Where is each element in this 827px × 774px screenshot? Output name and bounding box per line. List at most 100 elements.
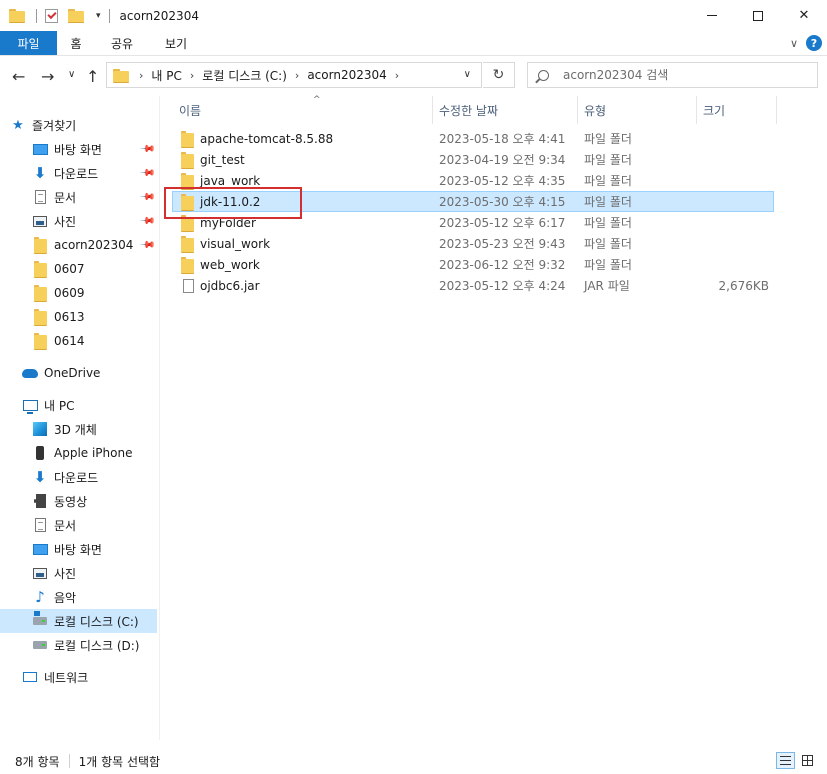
tab-share[interactable]: 공유	[95, 31, 149, 55]
file-row[interactable]: web_work 2023-06-12 오전 9:32 파일 폴더	[172, 254, 774, 275]
maximize-icon	[753, 10, 763, 21]
sidebar-item-documents-pc[interactable]: 문서	[0, 513, 157, 537]
pin-icon[interactable]: 📌	[138, 189, 155, 206]
sidebar-item-acorn202304[interactable]: acorn202304 📌	[0, 233, 157, 257]
sort-ascending-icon: ^	[313, 95, 321, 105]
minimize-button[interactable]	[689, 0, 735, 31]
details-view-icon	[780, 756, 791, 765]
file-name: apache-tomcat-8.5.88	[200, 131, 334, 146]
new-folder-icon[interactable]	[68, 9, 84, 23]
folder-icon	[32, 285, 48, 302]
large-icons-view-button[interactable]	[798, 752, 817, 769]
sidebar-item-local-disk-c[interactable]: 로컬 디스크 (C:)	[0, 609, 157, 633]
breadcrumb-chevron-icon[interactable]: ›	[190, 69, 194, 82]
sidebar-item-downloads[interactable]: ⬇ 다운로드 📌	[0, 161, 157, 185]
sidebar-item-desktop-pc[interactable]: 바탕 화면	[0, 537, 157, 561]
document-icon	[32, 517, 48, 533]
sidebar-item-network[interactable]: 네트워크	[0, 665, 157, 689]
help-icon[interactable]: ?	[806, 35, 822, 51]
sidebar-item-label: OneDrive	[44, 366, 101, 380]
file-date: 2023-05-18 오후 4:41	[439, 132, 566, 146]
sidebar-item-0609[interactable]: 0609	[0, 281, 157, 305]
tab-view[interactable]: 보기	[149, 31, 203, 55]
sidebar-item-pictures[interactable]: 사진 📌	[0, 209, 157, 233]
sidebar-item-0613[interactable]: 0613	[0, 305, 157, 329]
file-name: web_work	[200, 257, 260, 272]
ribbon-tabs: 파일 홈 공유 보기 ∨ ?	[0, 31, 827, 56]
breadcrumb-this-pc[interactable]: 내 PC	[151, 67, 181, 84]
pin-icon[interactable]: 📌	[138, 213, 155, 230]
properties-icon[interactable]	[45, 8, 58, 23]
column-header-name[interactable]: ^ 이름	[173, 95, 433, 124]
sidebar-item-onedrive[interactable]: OneDrive	[0, 361, 157, 385]
file-row[interactable]: apache-tomcat-8.5.88 2023-05-18 오후 4:41 …	[172, 128, 774, 149]
sidebar-item-quick-access[interactable]: ★ 즐겨찾기	[0, 113, 157, 137]
breadcrumb-chevron-icon[interactable]: ›	[395, 69, 399, 82]
sidebar-item-label: 동영상	[54, 494, 88, 509]
sidebar-item-0614[interactable]: 0614	[0, 329, 157, 353]
ribbon-controls: ∨ ?	[790, 35, 822, 51]
view-switcher	[776, 752, 817, 769]
toolbar-divider	[36, 8, 37, 23]
sidebar-item-apple-iphone[interactable]: Apple iPhone	[0, 441, 157, 465]
folder-icon	[32, 309, 48, 326]
customize-toolbar-dropdown[interactable]: ▾	[96, 11, 101, 21]
search-input[interactable]	[563, 68, 803, 82]
document-icon	[32, 189, 48, 205]
breadcrumb-chevron-icon[interactable]: ›	[139, 69, 143, 82]
item-count: 8개 항목	[15, 754, 60, 769]
ribbon-expand-icon[interactable]: ∨	[790, 37, 798, 50]
sidebar-item-videos[interactable]: 동영상	[0, 489, 157, 513]
sidebar-item-downloads-pc[interactable]: ⬇ 다운로드	[0, 465, 157, 489]
details-view-button[interactable]	[776, 752, 795, 769]
file-type: 파일 폴더	[584, 153, 632, 167]
pin-icon[interactable]: 📌	[138, 141, 155, 158]
breadcrumb-local-disk-c[interactable]: 로컬 디스크 (C:)	[202, 67, 287, 84]
search-box[interactable]	[527, 62, 818, 88]
address-bar[interactable]: › 내 PC › 로컬 디스크 (C:) › acorn202304 › ∨	[106, 62, 482, 88]
large-icons-view-icon	[802, 755, 813, 766]
file-list: apache-tomcat-8.5.88 2023-05-18 오후 4:41 …	[160, 128, 827, 328]
tab-home[interactable]: 홈	[57, 31, 95, 55]
refresh-button[interactable]: ↻	[483, 62, 515, 88]
pictures-icon	[32, 213, 48, 229]
title-bar: ▾ acorn202304 ✕	[0, 0, 827, 31]
column-headers: ^ 이름 수정한 날짜 유형 크기	[160, 95, 827, 124]
tab-file[interactable]: 파일	[0, 31, 57, 55]
sidebar-item-pictures-pc[interactable]: 사진	[0, 561, 157, 585]
sidebar-item-desktop[interactable]: 바탕 화면 📌	[0, 137, 157, 161]
pin-icon[interactable]: 📌	[138, 237, 155, 254]
folder-icon	[32, 333, 48, 350]
window-controls: ✕	[689, 0, 827, 31]
sidebar-item-3d-objects[interactable]: 3D 개체	[0, 417, 157, 441]
file-row[interactable]: git_test 2023-04-19 오전 9:34 파일 폴더	[172, 149, 774, 170]
sidebar-item-music[interactable]: ♪ 음악	[0, 585, 157, 609]
jar-file-icon	[183, 278, 194, 293]
file-row[interactable]: ojdbc6.jar 2023-05-12 오후 4:24 JAR 파일 2,6…	[172, 275, 774, 296]
maximize-button[interactable]	[735, 0, 781, 31]
back-arrow-icon[interactable]: ←	[12, 67, 25, 86]
recent-locations-chevron-icon[interactable]: ∨	[68, 69, 75, 80]
pin-icon[interactable]: 📌	[138, 165, 155, 182]
breadcrumb-acorn202304[interactable]: acorn202304	[307, 68, 386, 82]
up-arrow-icon[interactable]: ↑	[86, 67, 99, 86]
forward-arrow-icon[interactable]: →	[41, 67, 54, 86]
search-icon	[538, 69, 549, 81]
sidebar-item-label: 0607	[54, 262, 85, 276]
quick-access-toolbar: ▾	[9, 8, 101, 23]
file-date: 2023-05-12 오후 6:17	[439, 216, 566, 230]
breadcrumb-chevron-icon[interactable]: ›	[295, 69, 299, 82]
column-header-date-modified[interactable]: 수정한 날짜	[433, 96, 578, 124]
sidebar-item-label: 3D 개체	[54, 422, 97, 437]
close-button[interactable]: ✕	[781, 0, 827, 31]
file-row[interactable]: visual_work 2023-05-23 오전 9:43 파일 폴더	[172, 233, 774, 254]
sidebar-item-0607[interactable]: 0607	[0, 257, 157, 281]
sidebar-item-this-pc[interactable]: 내 PC	[0, 393, 157, 417]
column-header-type[interactable]: 유형	[578, 96, 697, 124]
sidebar-item-local-disk-d[interactable]: 로컬 디스크 (D:)	[0, 633, 157, 657]
3d-objects-icon	[32, 421, 48, 437]
address-history-dropdown-icon[interactable]: ∨	[464, 69, 471, 80]
column-header-size[interactable]: 크기	[697, 96, 777, 124]
sidebar-item-documents[interactable]: 문서 📌	[0, 185, 157, 209]
file-date: 2023-05-30 오후 4:15	[439, 195, 566, 209]
